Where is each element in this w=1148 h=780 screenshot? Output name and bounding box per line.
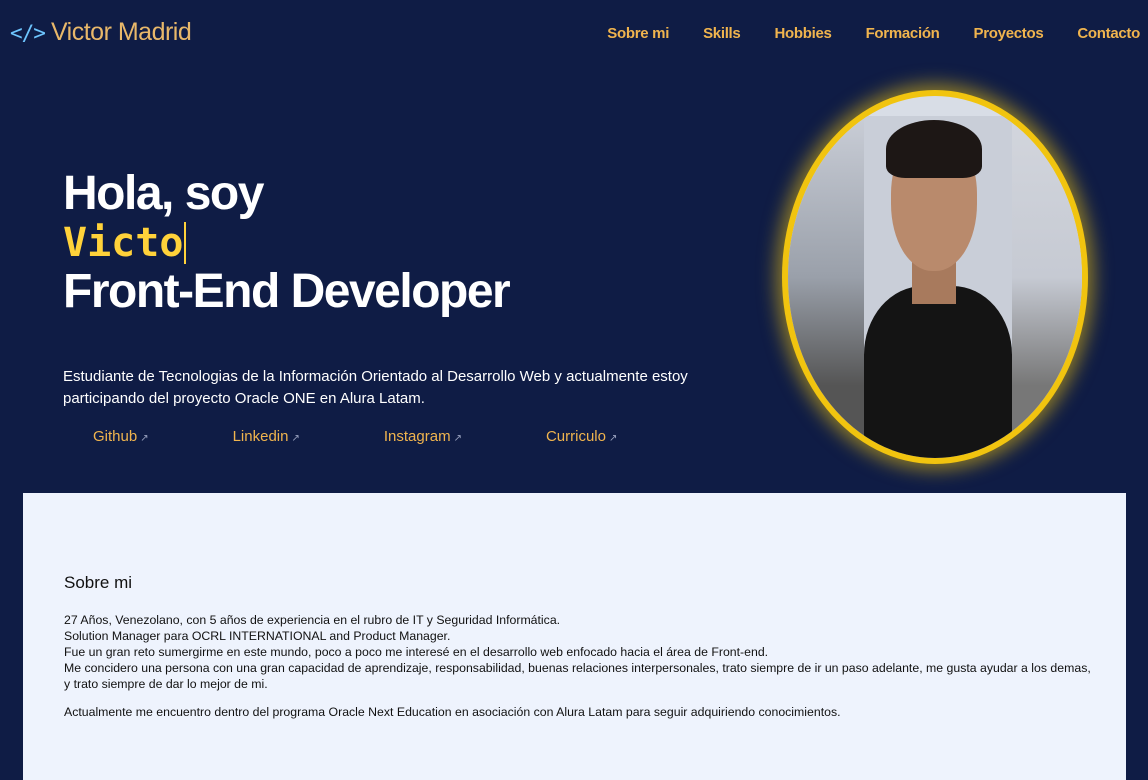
instagram-link[interactable]: Instagram ↗ <box>384 428 462 445</box>
hero-heading: Hola, soy Victo Front-End Developer <box>63 167 511 318</box>
top-navbar: </> Victor Madrid Sobre mi Skills Hobbie… <box>0 0 1148 68</box>
curriculo-label: Curriculo <box>545 428 606 445</box>
nav-link-formacion[interactable]: Formación <box>866 25 940 42</box>
external-link-icon: ↗ <box>291 433 300 444</box>
nav-link-proyectos[interactable]: Proyectos <box>974 25 1044 42</box>
social-links: Github ↗ Linkedin ↗ Instagram ↗ Curriculo ↗ <box>93 428 701 445</box>
portrait-shirt <box>864 286 1012 458</box>
about-title: Sobre mi <box>64 573 133 592</box>
code-icon: </> <box>10 20 46 45</box>
about-paragraph-2: Actualmente me encuentro dentro del prog… <box>64 705 841 719</box>
external-link-icon: ↗ <box>140 433 149 444</box>
linkedin-label: Linkedin <box>232 428 289 445</box>
about-line: Me concidero una persona con una gran ca… <box>64 661 1091 691</box>
main-nav: Sobre mi Skills Hobbies Formación Proyec… <box>573 25 1140 42</box>
nav-link-skills[interactable]: Skills <box>703 25 741 42</box>
typing-caret <box>184 222 187 264</box>
about-line: 27 Años, Venezolano, con 5 años de exper… <box>64 613 561 627</box>
linkedin-link[interactable]: Linkedin ↗ <box>233 428 300 445</box>
nav-link-sobre-mi[interactable]: Sobre mi <box>607 25 669 42</box>
nav-link-hobbies[interactable]: Hobbies <box>774 25 831 42</box>
instagram-label: Instagram <box>383 428 451 445</box>
github-label: Github <box>93 428 138 445</box>
brand-logo[interactable]: </> Victor Madrid <box>10 18 192 47</box>
hero-role: Front-End Developer <box>63 265 511 318</box>
profile-photo <box>788 96 1082 458</box>
hero-greeting: Hola, soy <box>63 167 264 220</box>
external-link-icon: ↗ <box>453 433 462 444</box>
portrait-hair <box>886 120 982 178</box>
profile-photo-frame <box>782 90 1088 464</box>
photo-background-left <box>788 96 868 458</box>
nav-link-contacto[interactable]: Contacto <box>1077 25 1140 42</box>
photo-background-right <box>1002 96 1082 458</box>
curriculo-link[interactable]: Curriculo ↗ <box>546 428 617 445</box>
typed-text: Victo <box>63 220 184 266</box>
typed-name: Victo <box>63 220 509 266</box>
about-line: Solution Manager para OCRL INTERNATIONAL… <box>64 629 451 643</box>
hero-intro: Estudiante de Tecnologias de la Informac… <box>63 368 688 407</box>
external-link-icon: ↗ <box>608 433 618 444</box>
github-link[interactable]: Github ↗ <box>93 428 149 445</box>
about-section: Sobre mi 27 Años, Venezolano, con 5 años… <box>23 493 1126 780</box>
about-line: Fue un gran reto sumergirme en este mund… <box>64 645 769 659</box>
about-paragraph: 27 Años, Venezolano, con 5 años de exper… <box>64 612 1094 692</box>
brand-name: Victor Madrid <box>50 18 192 46</box>
